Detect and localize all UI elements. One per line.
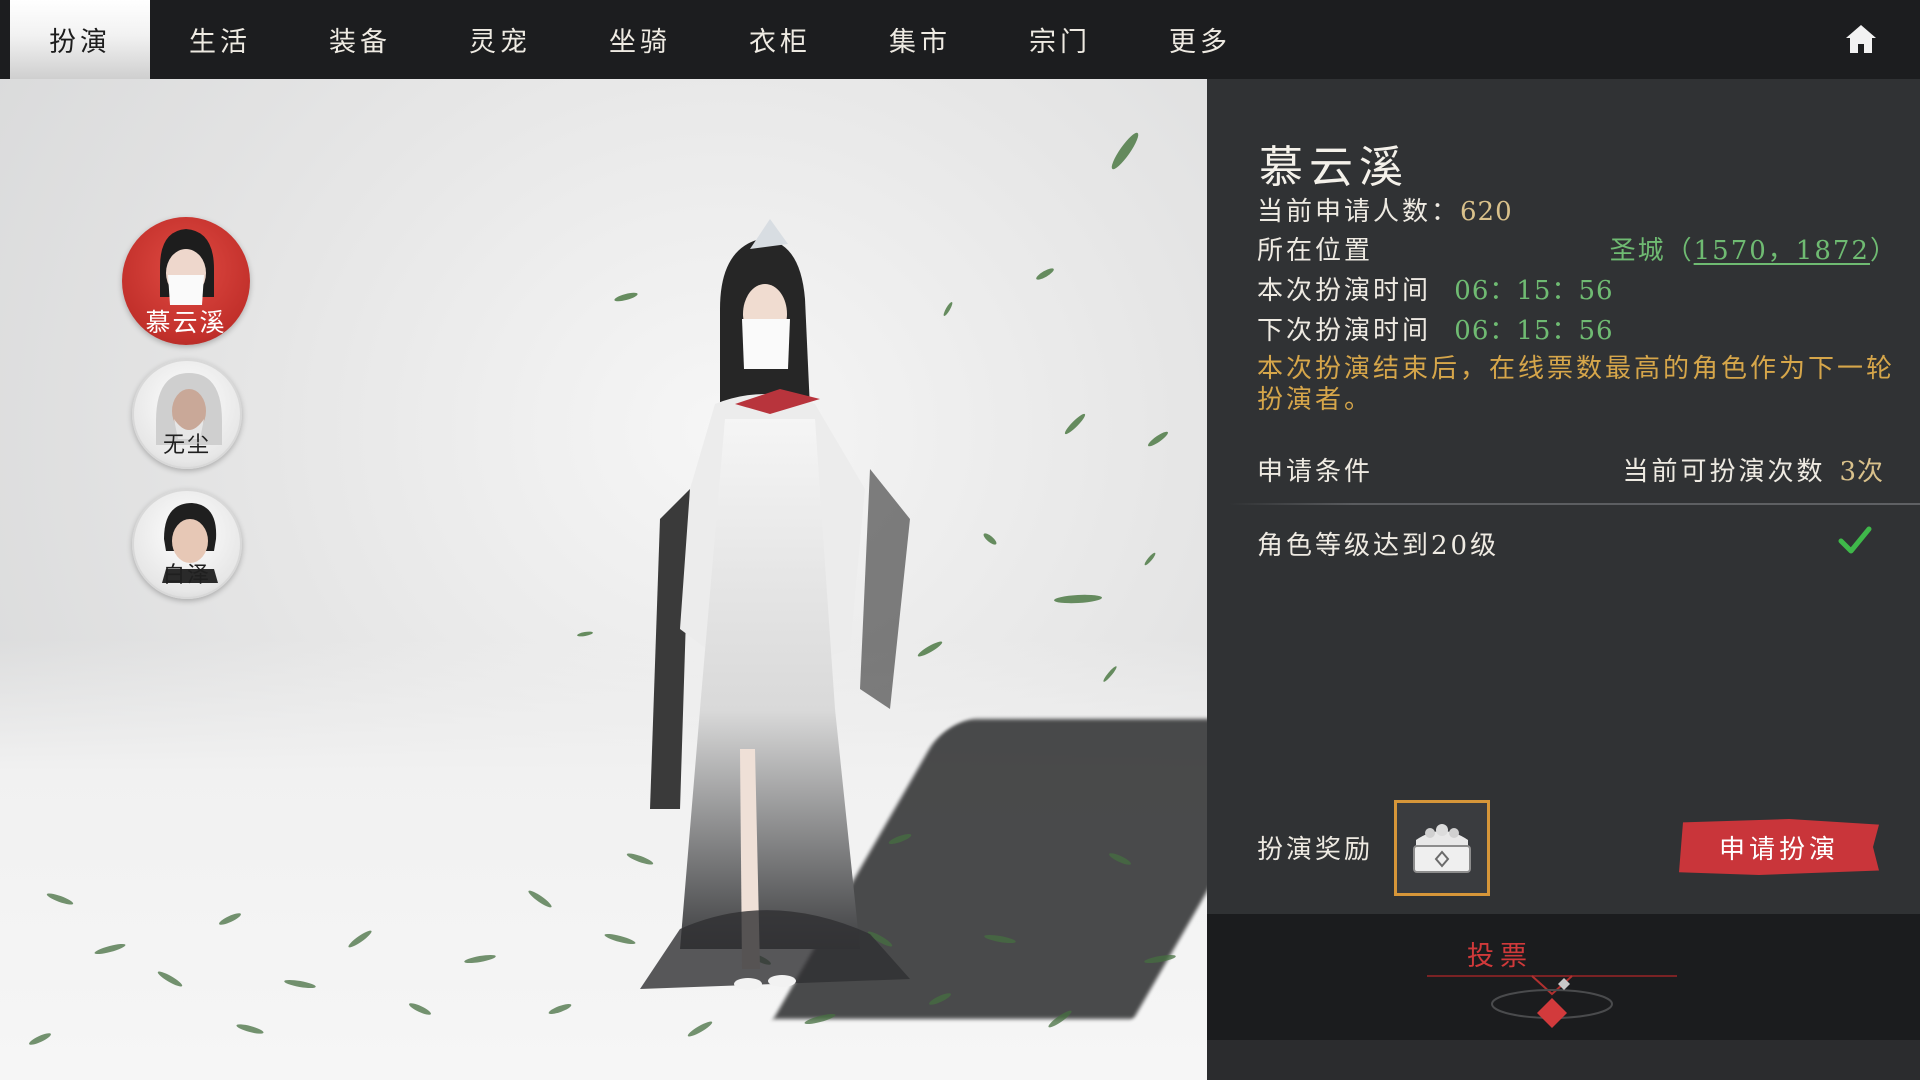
tab-mount[interactable]: 坐骑 <box>570 0 710 79</box>
reward-label: 扮演奖励 <box>1257 835 1374 865</box>
vote-area: 投票 <box>1207 914 1920 1040</box>
applicants-row: 当前申请人数：620 <box>1257 191 1513 228</box>
applicants-label: 当前申请人数： <box>1257 197 1461 227</box>
tab-equipment[interactable]: 装备 <box>290 0 430 79</box>
this-time-row: 本次扮演时间 06：15：56 <box>1257 270 1614 307</box>
home-icon[interactable] <box>1844 22 1878 56</box>
tab-life[interactable]: 生活 <box>150 0 290 79</box>
treasure-chest-icon <box>1413 824 1471 873</box>
apply-roleplay-button[interactable]: 申请扮演 <box>1679 819 1879 875</box>
character-avatar-baize[interactable]: 白泽 <box>132 489 242 599</box>
count-label: 当前可扮演次数 <box>1622 457 1826 487</box>
this-time-value: 06：15：56 <box>1454 276 1614 306</box>
divider <box>1229 503 1920 505</box>
bottom-strip <box>1207 1040 1920 1080</box>
location-close: ） <box>1869 236 1898 266</box>
location-label: 所在位置 <box>1257 236 1374 266</box>
character-name: 无尘 <box>162 433 211 458</box>
reward-item-slot[interactable] <box>1394 800 1490 896</box>
character-avatar-wuchen[interactable]: 无尘 <box>132 359 242 469</box>
condition-item-level: 角色等级达到20级 <box>1257 531 1500 561</box>
next-time-value: 06：15：56 <box>1454 316 1614 346</box>
remaining-count: 当前可扮演次数 3次 <box>1622 451 1884 488</box>
next-time-label: 下次扮演时间 <box>1257 316 1432 346</box>
location-coords-link[interactable]: 1570，1872 <box>1694 236 1870 266</box>
applicants-value: 620 <box>1460 197 1513 227</box>
character-scene[interactable]: 慕云溪 无尘 白泽 <box>0 79 1207 1080</box>
location-value: 圣城（1570，1872） <box>1610 230 1898 267</box>
roleplay-info-panel: 慕云溪 当前申请人数：620 所在位置 圣城（1570，1872） 本次扮演时间… <box>1207 79 1920 914</box>
vote-ornament-icon <box>1427 975 1677 1028</box>
character-name: 慕云溪 <box>145 308 227 337</box>
character-model[interactable] <box>620 189 940 1019</box>
tab-wardrobe[interactable]: 衣柜 <box>710 0 850 79</box>
this-time-label: 本次扮演时间 <box>1257 276 1432 306</box>
next-time-row: 下次扮演时间 06：15：56 <box>1257 310 1614 347</box>
check-icon <box>1838 526 1872 554</box>
count-value: 3次 <box>1839 457 1884 487</box>
rule-note: 本次扮演结束后，在线票数最高的角色作为下一轮扮演者。 <box>1257 354 1896 415</box>
character-title: 慕云溪 <box>1259 142 1409 193</box>
tab-more[interactable]: 更多 <box>1130 0 1270 79</box>
location-place: 圣城（ <box>1609 236 1694 266</box>
tab-roleplay[interactable]: 扮演 <box>10 0 150 79</box>
tab-spirit-pet[interactable]: 灵宠 <box>430 0 570 79</box>
character-name: 白泽 <box>162 563 211 588</box>
tab-market[interactable]: 集市 <box>850 0 990 79</box>
condition-header: 申请条件 <box>1257 457 1374 487</box>
character-avatar-muyunxi[interactable]: 慕云溪 <box>122 217 250 345</box>
top-nav: 扮演 生活 装备 灵宠 坐骑 衣柜 集市 宗门 更多 <box>0 0 1920 79</box>
tab-sect[interactable]: 宗门 <box>990 0 1130 79</box>
